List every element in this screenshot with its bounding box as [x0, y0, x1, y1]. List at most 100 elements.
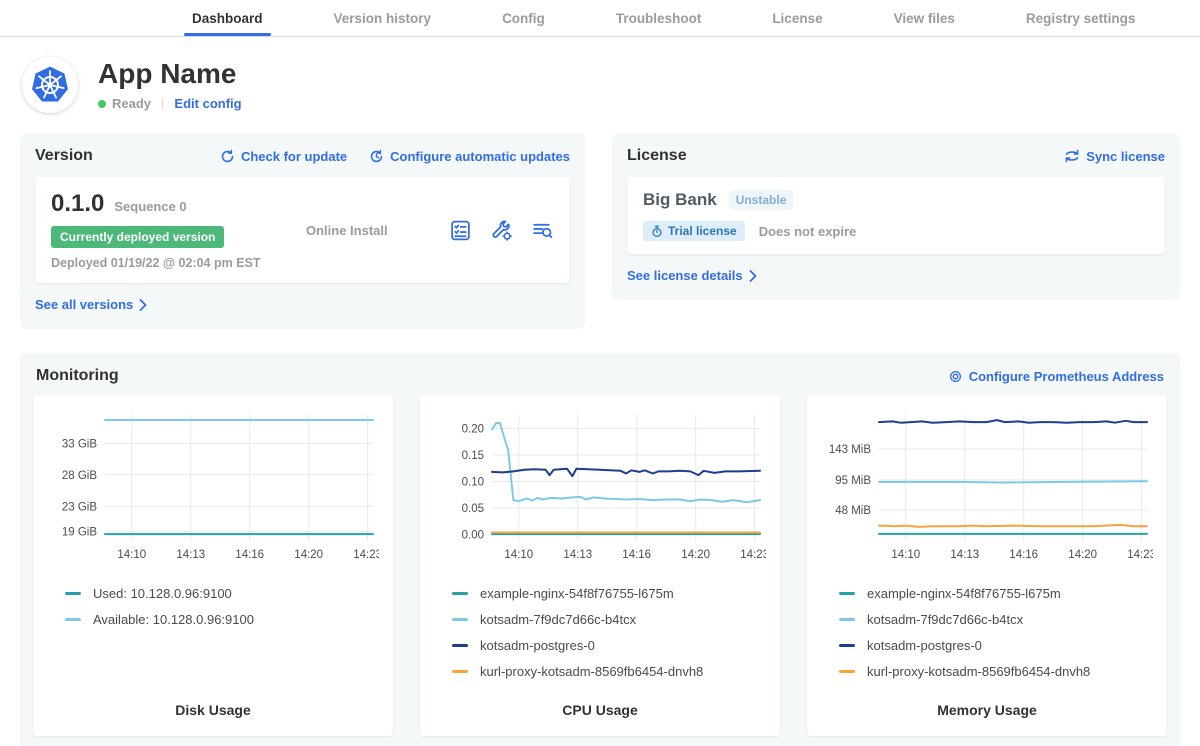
legend-item: Available: 10.128.0.96:9100 — [65, 612, 379, 627]
kurl-proxy-kotsadm-8569fb6454-dnvh8-line — [879, 525, 1147, 527]
legend-item: kotsadm-7f9dc7d66c-b4tcx — [452, 612, 766, 627]
chart-title: Memory Usage — [821, 702, 1153, 722]
install-type-label: Online Install — [306, 223, 449, 238]
app-header: App Name Ready | Edit config — [0, 37, 1200, 127]
tab-dashboard[interactable]: Dashboard — [184, 0, 271, 36]
memory-usage-plot: 143 MiB95 MiB48 MiB14:1014:1314:1614:201… — [821, 407, 1153, 570]
page-title: App Name — [98, 59, 242, 90]
x-tick-label: 14:16 — [622, 549, 651, 561]
x-tick-label: 14:10 — [891, 549, 920, 561]
see-all-versions-link[interactable]: See all versions — [35, 297, 147, 312]
configure-prometheus-label: Configure Prometheus Address — [969, 369, 1164, 384]
chart-legend: example-nginx-54f8f76755-l675m kotsadm-7f… — [821, 586, 1153, 679]
config-wrench-icon[interactable] — [490, 219, 513, 242]
legend-label: Used: 10.128.0.96:9100 — [93, 586, 232, 601]
see-license-details-link[interactable]: See license details — [627, 268, 757, 283]
channel-badge: Unstable — [729, 190, 794, 210]
version-number: 0.1.0 — [51, 190, 104, 218]
legend-swatch — [65, 618, 81, 621]
legend-item: kotsadm-7f9dc7d66c-b4tcx — [839, 612, 1153, 627]
y-tick-label: 0.15 — [462, 450, 484, 462]
memory-usage-card: 143 MiB95 MiB48 MiB14:1014:1314:1614:201… — [807, 395, 1167, 736]
edit-config-link[interactable]: Edit config — [174, 96, 241, 111]
legend-item: example-nginx-54f8f76755-l675m — [839, 586, 1153, 601]
kubernetes-icon — [30, 65, 70, 105]
cards-row: Version Check for update — [0, 127, 1200, 329]
refresh-icon — [220, 149, 235, 164]
legend-label: kurl-proxy-kotsadm-8569fb6454-dnvh8 — [480, 664, 703, 679]
check-for-update-button[interactable]: Check for update — [220, 149, 347, 164]
deployed-timestamp: Deployed 01/19/22 @ 02:04 pm EST — [51, 256, 306, 270]
chart-legend: Used: 10.128.0.96:9100 Available: 10.128.… — [47, 586, 379, 627]
app-logo — [22, 57, 78, 113]
stopwatch-icon — [651, 225, 663, 238]
kotsadm-7f9dc7d66c-b4tcx-line — [879, 481, 1147, 482]
legend-item: kurl-proxy-kotsadm-8569fb6454-dnvh8 — [452, 664, 766, 679]
see-all-versions-label: See all versions — [35, 297, 133, 312]
tab-registry-settings[interactable]: Registry settings — [1018, 0, 1144, 36]
trial-license-badge: Trial license — [643, 221, 745, 241]
tab-view-files[interactable]: View files — [886, 0, 963, 36]
tab-config[interactable]: Config — [494, 0, 553, 36]
chevron-right-icon — [139, 299, 147, 311]
chevron-right-icon — [749, 270, 757, 282]
x-tick-label: 14:20 — [294, 549, 323, 561]
y-tick-label: 0.05 — [462, 503, 484, 515]
see-license-details-label: See license details — [627, 268, 743, 283]
y-tick-label: 0.00 — [462, 530, 484, 542]
tab-version-history[interactable]: Version history — [326, 0, 440, 36]
configure-prometheus-button[interactable]: Configure Prometheus Address — [948, 369, 1164, 384]
legend-item: example-nginx-54f8f76755-l675m — [452, 586, 766, 601]
chart-title: Disk Usage — [47, 702, 379, 722]
monitoring-title: Monitoring — [36, 367, 119, 385]
legend-label: kotsadm-7f9dc7d66c-b4tcx — [480, 612, 636, 627]
y-tick-label: 28 GiB — [62, 470, 97, 482]
view-diff-icon[interactable] — [531, 219, 554, 242]
top-nav: Dashboard Version history Config Troublesho… — [0, 0, 1200, 37]
legend-swatch — [452, 618, 468, 621]
monitoring-section: Monitoring Configure Prometheus Address … — [20, 353, 1180, 746]
gear-icon — [948, 369, 963, 384]
x-tick-label: 14:16 — [235, 549, 264, 561]
x-tick-label: 14:20 — [1068, 549, 1097, 561]
disk-usage-card: 33 GiB28 GiB23 GiB19 GiB14:1014:1314:161… — [33, 395, 393, 736]
status-dot — [98, 100, 106, 108]
preflight-checks-icon[interactable] — [449, 219, 472, 242]
x-tick-label: 14:13 — [950, 549, 979, 561]
x-tick-label: 14:13 — [563, 549, 592, 561]
x-tick-label: 14:23 — [1127, 549, 1153, 561]
disk-usage-plot: 33 GiB28 GiB23 GiB19 GiB14:1014:1314:161… — [47, 407, 379, 570]
legend-label: kotsadm-postgres-0 — [480, 638, 595, 653]
legend-label: example-nginx-54f8f76755-l675m — [867, 586, 1061, 601]
x-tick-label: 14:10 — [117, 549, 146, 561]
legend-item: kurl-proxy-kotsadm-8569fb6454-dnvh8 — [839, 664, 1153, 679]
legend-swatch — [839, 618, 855, 621]
chart-legend: example-nginx-54f8f76755-l675m kotsadm-7f… — [434, 586, 766, 679]
expiry-text: Does not expire — [759, 224, 857, 239]
clock-refresh-icon — [369, 149, 384, 164]
legend-label: kotsadm-7f9dc7d66c-b4tcx — [867, 612, 1023, 627]
x-tick-label: 14:23 — [740, 549, 766, 561]
check-for-update-label: Check for update — [241, 149, 347, 164]
status-text: Ready — [112, 96, 151, 111]
legend-label: kotsadm-postgres-0 — [867, 638, 982, 653]
legend-swatch — [452, 644, 468, 647]
x-tick-label: 14:23 — [353, 549, 379, 561]
divider: | — [161, 96, 164, 111]
license-card-title: License — [627, 147, 687, 165]
tab-troubleshoot[interactable]: Troubleshoot — [608, 0, 710, 36]
legend-swatch — [839, 670, 855, 673]
x-tick-label: 14:10 — [504, 549, 533, 561]
configure-automatic-updates-button[interactable]: Configure automatic updates — [369, 149, 570, 164]
y-tick-label: 95 MiB — [835, 475, 871, 487]
license-summary-row: Big Bank Unstable Trial license Do — [627, 177, 1165, 254]
legend-swatch — [452, 592, 468, 595]
tab-license[interactable]: License — [764, 0, 830, 36]
y-tick-label: 0.10 — [462, 477, 484, 489]
cpu-usage-plot: 0.200.150.100.050.0014:1014:1314:1614:20… — [434, 407, 766, 570]
y-tick-label: 0.20 — [462, 423, 484, 435]
kotsadm-7f9dc7d66c-b4tcx-line — [492, 423, 760, 502]
legend-swatch — [839, 592, 855, 595]
kotsadm-postgres-0-line — [879, 420, 1147, 423]
sync-license-button[interactable]: Sync license — [1064, 149, 1165, 164]
